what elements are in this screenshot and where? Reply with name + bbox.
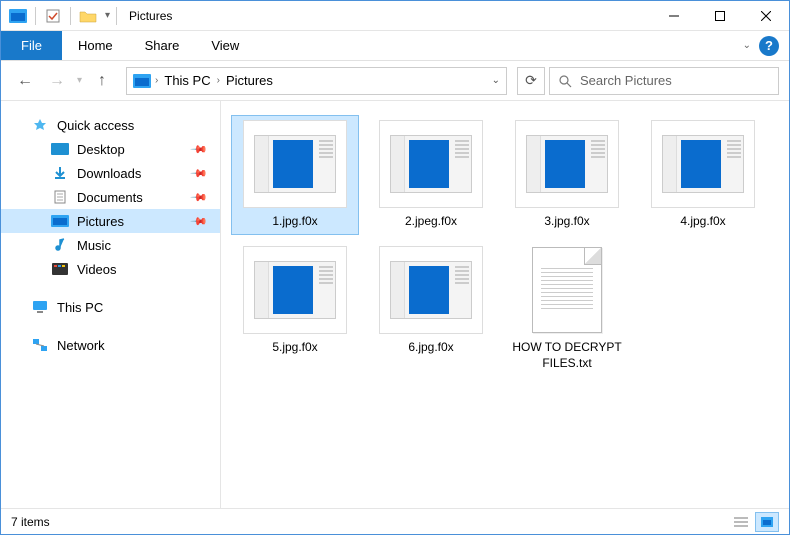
- desktop-icon: [51, 142, 69, 156]
- thumbnails-view-button[interactable]: [755, 512, 779, 532]
- star-icon: [31, 118, 49, 132]
- sidebar-item-music[interactable]: Music: [1, 233, 220, 257]
- ribbon-tab-share[interactable]: Share: [129, 31, 196, 60]
- close-button[interactable]: [743, 1, 789, 31]
- music-icon: [51, 238, 69, 252]
- file-item[interactable]: 2.jpeg.f0x: [367, 115, 495, 235]
- file-item[interactable]: 1.jpg.f0x: [231, 115, 359, 235]
- file-name-label: 5.jpg.f0x: [272, 340, 317, 356]
- title-bar: ▾ Pictures: [1, 1, 789, 31]
- help-button[interactable]: ?: [759, 36, 779, 56]
- search-placeholder: Search Pictures: [580, 73, 672, 88]
- image-thumbnail-icon: [651, 120, 755, 208]
- ribbon-tab-view[interactable]: View: [195, 31, 255, 60]
- ribbon: File Home Share View ⌄ ?: [1, 31, 789, 61]
- app-icon[interactable]: [7, 6, 29, 26]
- breadcrumb-this-pc[interactable]: This PC: [162, 73, 212, 88]
- image-thumbnail-icon: [515, 120, 619, 208]
- details-view-button[interactable]: [729, 512, 753, 532]
- file-list[interactable]: 1.jpg.f0x 2.jpeg.f0x 3.jpg.f0x 4.jpg.f0x 5.j…: [221, 101, 789, 508]
- search-icon: [558, 74, 572, 88]
- sidebar-item-documents[interactable]: Documents 📌: [1, 185, 220, 209]
- address-dropdown-icon[interactable]: ⌄: [492, 75, 500, 86]
- address-bar[interactable]: › This PC › Pictures ⌄: [126, 67, 507, 95]
- pin-icon: 📌: [190, 212, 209, 231]
- pin-icon: 📌: [190, 164, 209, 183]
- network-icon: [31, 338, 49, 352]
- file-name-label: 3.jpg.f0x: [544, 214, 589, 230]
- navigation-pane[interactable]: Quick access Desktop 📌 Downloads 📌 Docum…: [1, 101, 221, 508]
- window-title: Pictures: [129, 9, 172, 23]
- file-item[interactable]: 4.jpg.f0x: [639, 115, 767, 235]
- status-bar: 7 items: [1, 508, 789, 534]
- file-item[interactable]: HOW TO DECRYPT FILES.txt: [503, 241, 631, 376]
- image-thumbnail-icon: [379, 246, 483, 334]
- file-name-label: 4.jpg.f0x: [680, 214, 725, 230]
- pin-icon: 📌: [190, 188, 209, 207]
- file-name-label: HOW TO DECRYPT FILES.txt: [508, 340, 626, 371]
- recent-dropdown-icon[interactable]: ▾: [77, 75, 82, 86]
- sidebar-this-pc[interactable]: This PC: [1, 295, 220, 319]
- ribbon-tab-home[interactable]: Home: [62, 31, 129, 60]
- file-name-label: 1.jpg.f0x: [272, 214, 317, 230]
- documents-icon: [51, 190, 69, 204]
- ribbon-file-tab[interactable]: File: [1, 31, 62, 60]
- image-thumbnail-icon: [379, 120, 483, 208]
- downloads-icon: [51, 166, 69, 180]
- body: Quick access Desktop 📌 Downloads 📌 Docum…: [1, 101, 789, 508]
- back-button[interactable]: ←: [11, 67, 39, 95]
- window-controls: [651, 1, 789, 30]
- chevron-right-icon[interactable]: ›: [155, 75, 158, 86]
- refresh-button[interactable]: ⟳: [517, 67, 545, 95]
- pc-icon: [31, 300, 49, 314]
- folder-qat-icon[interactable]: [77, 6, 99, 26]
- sidebar-item-pictures[interactable]: Pictures 📌: [1, 209, 220, 233]
- sidebar-item-downloads[interactable]: Downloads 📌: [1, 161, 220, 185]
- text-file-icon: [515, 246, 619, 334]
- videos-icon: [51, 262, 69, 276]
- file-name-label: 2.jpeg.f0x: [405, 214, 457, 230]
- up-button[interactable]: ↑: [88, 67, 116, 95]
- file-item[interactable]: 6.jpg.f0x: [367, 241, 495, 376]
- minimize-button[interactable]: [651, 1, 697, 31]
- sidebar-quick-access[interactable]: Quick access: [1, 113, 220, 137]
- file-name-label: 6.jpg.f0x: [408, 340, 453, 356]
- location-icon: [133, 74, 151, 88]
- breadcrumb-pictures[interactable]: Pictures: [224, 73, 275, 88]
- pin-icon: 📌: [190, 140, 209, 159]
- pictures-icon: [51, 214, 69, 228]
- qat-dropdown-icon[interactable]: ▾: [105, 10, 110, 21]
- ribbon-expand-icon[interactable]: ⌄: [743, 40, 751, 51]
- navigation-bar: ← → ▾ ↑ › This PC › Pictures ⌄ ⟳ Search …: [1, 61, 789, 101]
- file-item[interactable]: 5.jpg.f0x: [231, 241, 359, 376]
- search-input[interactable]: Search Pictures: [549, 67, 779, 95]
- properties-qat-icon[interactable]: [42, 6, 64, 26]
- sidebar-network[interactable]: Network: [1, 333, 220, 357]
- status-count: 7 items: [11, 515, 50, 529]
- image-thumbnail-icon: [243, 246, 347, 334]
- image-thumbnail-icon: [243, 120, 347, 208]
- chevron-right-icon[interactable]: ›: [217, 75, 220, 86]
- forward-button[interactable]: →: [43, 67, 71, 95]
- sidebar-item-videos[interactable]: Videos: [1, 257, 220, 281]
- maximize-button[interactable]: [697, 1, 743, 31]
- quick-access-toolbar: ▾ Pictures: [1, 6, 172, 26]
- sidebar-item-desktop[interactable]: Desktop 📌: [1, 137, 220, 161]
- file-item[interactable]: 3.jpg.f0x: [503, 115, 631, 235]
